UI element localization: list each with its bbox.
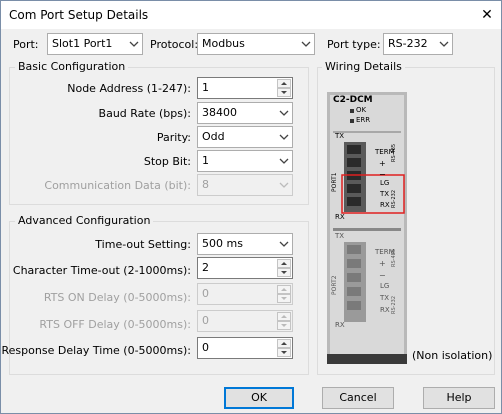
port-label: Port: [13, 38, 39, 51]
ok-button[interactable]: OK [224, 387, 294, 409]
timeout-value: 500 ms [202, 237, 243, 250]
protocol-label: Protocol: [150, 38, 199, 51]
stop-bit-value: 1 [202, 154, 209, 167]
baud-rate-value: 38400 [202, 106, 237, 119]
stop-bit-label: Stop Bit: [143, 155, 191, 168]
chevron-down-icon [279, 181, 289, 189]
port2-lg-label: LG [380, 282, 390, 290]
isolation-note: (Non isolation) [412, 349, 493, 362]
port1-rs485-label: RS-485 [391, 144, 397, 162]
rts-off-value: 0 [202, 314, 209, 327]
port2-rx-label: RX [335, 321, 345, 329]
port-type-value: RS-232 [388, 37, 428, 50]
port2-tx-label: TX [335, 232, 345, 240]
help-button[interactable]: Help [423, 387, 495, 409]
port1-plus-label: + [379, 159, 386, 168]
node-address-stepper[interactable] [277, 79, 291, 97]
char-timeout-stepper[interactable] [277, 259, 291, 277]
led-ok-label: OK [356, 106, 367, 114]
spin-down-icon [277, 321, 291, 330]
parity-select[interactable]: Odd [197, 126, 293, 148]
module-diagram: C2-DCM OK ERR TX TERM + − LG TX RX RX RS… [327, 92, 407, 364]
baud-rate-select[interactable]: 38400 [197, 102, 293, 124]
chevron-down-icon [301, 40, 311, 48]
dialog-window: Com Port Setup Details ✕ Port: Slot1 Por… [0, 0, 502, 414]
port-type-select[interactable]: RS-232 [383, 33, 453, 55]
spin-up-icon[interactable] [277, 259, 291, 268]
port2-label: PORT2 [331, 275, 338, 295]
led-err-label: ERR [356, 116, 371, 124]
parity-label: Parity: [156, 131, 191, 144]
node-address-value: 1 [202, 81, 209, 94]
spin-up-icon[interactable] [277, 79, 291, 88]
port2-rs485-label: RS-485 [391, 249, 397, 267]
spin-up-icon[interactable] [277, 339, 291, 348]
rts-on-label: RTS ON Delay (0-5000ms): [43, 291, 191, 304]
port1-rx2-label: RX [380, 201, 390, 209]
spin-up-icon [277, 312, 291, 321]
response-delay-value: 0 [202, 341, 209, 354]
rts-on-stepper [277, 285, 291, 303]
spin-down-icon [277, 294, 291, 303]
advanced-config-title: Advanced Configuration [15, 214, 154, 227]
char-timeout-input[interactable]: 2 [197, 257, 293, 279]
port2-rs232-label: RS-232 [391, 296, 397, 314]
port1-tx-label: TX [335, 132, 345, 140]
rts-off-input: 0 [197, 310, 293, 332]
comm-data-select: 8 [197, 174, 293, 196]
rts-on-value: 0 [202, 287, 209, 300]
port2-tx2-label: TX [380, 294, 390, 302]
chevron-down-icon [129, 40, 139, 48]
rts-off-stepper [277, 312, 291, 330]
basic-config-title: Basic Configuration [15, 60, 129, 73]
port1-lg-label: LG [380, 179, 390, 187]
response-delay-label: Response Delay Time (0-5000ms): [1, 344, 191, 357]
chevron-down-icon [279, 133, 289, 141]
port2-rx2-label: RX [380, 306, 390, 314]
response-delay-input[interactable]: 0 [197, 337, 293, 359]
spin-down-icon[interactable] [277, 88, 291, 97]
response-delay-stepper[interactable] [277, 339, 291, 357]
port-select[interactable]: Slot1 Port1 [47, 33, 143, 55]
port-type-label: Port type: [327, 38, 381, 51]
port1-rx-label: RX [335, 213, 345, 221]
module-name: C2-DCM [333, 95, 373, 105]
timeout-label: Time-out Setting: [95, 238, 191, 251]
rts-on-input: 0 [197, 283, 293, 305]
rts-off-label: RTS OFF Delay (0-5000ms): [39, 318, 191, 331]
protocol-value: Modbus [202, 37, 245, 50]
chevron-down-icon [439, 40, 449, 48]
comm-data-label: Communication Data (bit): [44, 179, 191, 192]
wiring-details-title: Wiring Details [322, 60, 405, 73]
port1-label: PORT1 [331, 172, 338, 192]
chevron-down-icon [279, 240, 289, 248]
port1-minus-label: − [379, 170, 386, 179]
cancel-button[interactable]: Cancel [322, 387, 394, 409]
timeout-select[interactable]: 500 ms [197, 233, 293, 255]
port1-rs232-label: RS-232 [391, 190, 397, 208]
port1-tx2-label: TX [380, 190, 390, 198]
close-icon[interactable]: ✕ [479, 7, 495, 23]
window-title: Com Port Setup Details [9, 8, 149, 22]
spin-down-icon[interactable] [277, 268, 291, 277]
port2-minus-label: − [379, 271, 386, 280]
spin-down-icon[interactable] [277, 348, 291, 357]
char-timeout-value: 2 [202, 261, 209, 274]
parity-value: Odd [202, 130, 225, 143]
title-bar: Com Port Setup Details ✕ [1, 1, 501, 29]
protocol-select[interactable]: Modbus [197, 33, 315, 55]
port2-plus-label: + [379, 259, 386, 268]
comm-data-value: 8 [202, 178, 209, 191]
node-address-label: Node Address (1-247): [67, 82, 191, 95]
char-timeout-label: Character Time-out (2-1000ms): [12, 264, 191, 277]
chevron-down-icon [279, 157, 289, 165]
node-address-input[interactable]: 1 [197, 77, 293, 99]
chevron-down-icon [279, 109, 289, 117]
baud-rate-label: Baud Rate (bps): [98, 107, 191, 120]
port-value: Slot1 Port1 [52, 37, 113, 50]
spin-up-icon [277, 285, 291, 294]
stop-bit-select[interactable]: 1 [197, 150, 293, 172]
